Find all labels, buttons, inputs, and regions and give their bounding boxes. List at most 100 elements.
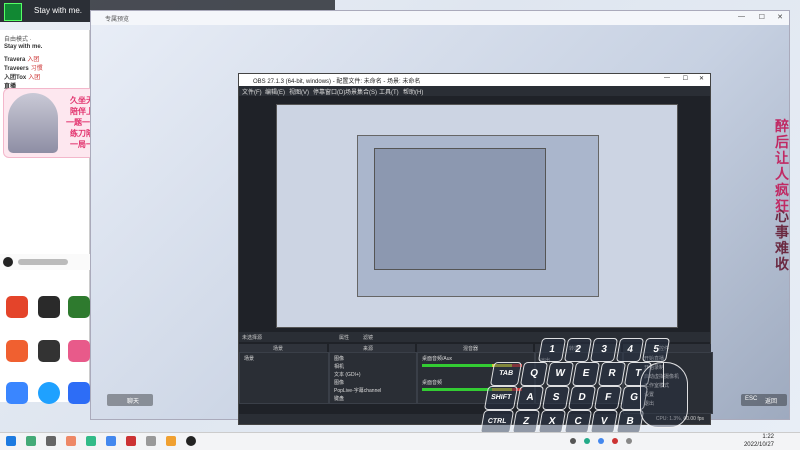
- key-2: 2: [563, 338, 593, 362]
- taskbar-app-icon[interactable]: [26, 436, 36, 446]
- tray-icon[interactable]: [570, 438, 576, 444]
- app-icon[interactable]: [68, 296, 90, 318]
- key-d: D: [567, 386, 597, 410]
- properties-button[interactable]: 属性: [339, 334, 349, 341]
- sources-dock-header: 来源: [329, 344, 415, 352]
- source-item[interactable]: PopLive-字幕channel: [334, 387, 381, 394]
- menu-view[interactable]: 视图(V): [289, 87, 309, 96]
- app-icon[interactable]: [68, 382, 90, 404]
- source-item[interactable]: 文本 (GDI+): [334, 371, 361, 378]
- character-illustration: [8, 93, 58, 153]
- key-5: 5: [641, 338, 671, 362]
- mixer-dock-header: 混音器: [417, 344, 533, 352]
- key-a: A: [515, 386, 545, 410]
- media-controls: [0, 254, 90, 270]
- preview-titlebar: 专属预览 — ☐ ✕: [91, 11, 789, 25]
- menu-scene-collection[interactable]: 场景集合(S): [345, 87, 377, 96]
- tray-icon[interactable]: [626, 438, 632, 444]
- key-x: X: [537, 410, 567, 434]
- chat-button[interactable]: 聊天: [107, 394, 153, 406]
- volume-slider[interactable]: [18, 259, 68, 265]
- preview-title: 专属预览: [105, 17, 130, 23]
- filters-button[interactable]: 滤镜: [363, 334, 373, 341]
- key-3: 3: [589, 338, 619, 362]
- taskbar-app-icon[interactable]: [66, 436, 76, 446]
- close-button[interactable]: ✕: [699, 75, 704, 82]
- app-icon[interactable]: [38, 296, 60, 318]
- tray-icon[interactable]: [612, 438, 618, 444]
- source-item[interactable]: 键盘: [334, 395, 344, 402]
- minimize-button[interactable]: —: [664, 75, 670, 81]
- app-icon[interactable]: [38, 382, 60, 404]
- key-c: C: [563, 410, 593, 434]
- stream-title: Stay with me.: [34, 6, 83, 15]
- record-icon[interactable]: [3, 257, 13, 267]
- taskbar: [0, 432, 800, 450]
- taskbar-app-icon[interactable]: [46, 436, 56, 446]
- tray-icon[interactable]: [584, 438, 590, 444]
- mixer-channel: 桌面音频: [422, 380, 443, 386]
- obs-preview-canvas[interactable]: [276, 104, 678, 328]
- chat-message: 入团Tox 入团: [4, 75, 41, 81]
- esc-button[interactable]: ESC 返回: [741, 394, 787, 406]
- key-shift: SHIFT: [483, 386, 519, 410]
- menu-tools[interactable]: 工具(T): [379, 87, 399, 96]
- clock-date: 2022/10/27: [743, 442, 774, 448]
- scene-item[interactable]: 场景: [244, 355, 254, 362]
- vertical-lyric-1: 醉后让人疯狂: [775, 118, 789, 214]
- menu-edit[interactable]: 编辑(E): [265, 87, 285, 96]
- key-e: E: [571, 362, 601, 386]
- stream-header: Stay with me.: [0, 0, 90, 22]
- obs-titlebar: OBS 27.1.3 (64-bit, windows) - 配置文件: 未命名…: [239, 74, 710, 86]
- app-icon[interactable]: [6, 340, 28, 362]
- key-z: Z: [511, 410, 541, 434]
- app-icon[interactable]: [6, 296, 28, 318]
- source-item[interactable]: 图像: [334, 355, 344, 362]
- scenes-dock-header: 场景: [239, 344, 327, 352]
- obs-menubar: 文件(F) 编辑(E) 视图(V) 停靠窗口(D) 场景集合(S) 工具(T) …: [239, 86, 710, 96]
- chat-mode-label: 自由模式 ·: [4, 37, 32, 43]
- tray-icon[interactable]: [598, 438, 604, 444]
- nested-preview-inner: [374, 148, 546, 270]
- taskbar-app-icon[interactable]: [126, 436, 136, 446]
- clock-time: 1:22: [762, 434, 774, 440]
- key-ctrl: CTRL: [479, 410, 515, 434]
- start-icon[interactable]: [6, 436, 16, 446]
- scenes-dock: 场景: [239, 352, 329, 404]
- mouse-overlay: [640, 362, 688, 428]
- menu-docks[interactable]: 停靠窗口(D): [313, 87, 345, 96]
- maximize-button[interactable]: ☐: [759, 13, 765, 21]
- source-item[interactable]: 图像: [334, 379, 344, 386]
- taskbar-app-icon[interactable]: [146, 436, 156, 446]
- key-f: F: [593, 386, 623, 410]
- streamer-avatar: [4, 3, 22, 21]
- key-s: S: [541, 386, 571, 410]
- app-icon[interactable]: [6, 382, 28, 404]
- chat-message: Traveers 习惯: [4, 66, 43, 72]
- source-item[interactable]: 相机: [334, 363, 344, 370]
- key-r: R: [597, 362, 627, 386]
- chat-message: Travera 入团: [4, 57, 40, 63]
- key-tab: TAB: [489, 362, 523, 386]
- key-v: V: [589, 410, 619, 434]
- maximize-button[interactable]: ☐: [683, 75, 688, 82]
- taskbar-clock[interactable]: 1:22 2022/10/27: [744, 433, 774, 449]
- menu-file[interactable]: 文件(F): [242, 87, 262, 96]
- mouse-divider: [663, 363, 664, 387]
- key-1: 1: [537, 338, 567, 362]
- taskbar-app-icon[interactable]: [106, 436, 116, 446]
- key-4: 4: [615, 338, 645, 362]
- close-button[interactable]: ✕: [777, 13, 783, 21]
- chat-list-title: Stay with me.: [4, 44, 43, 50]
- obs-taskbar-icon[interactable]: [186, 436, 196, 446]
- sources-dock: 图像 相机 文本 (GDI+) 图像 PopLive-字幕channel 键盘: [329, 352, 417, 404]
- minimize-button[interactable]: —: [738, 13, 745, 20]
- vertical-lyric-2: 心事难收: [775, 208, 789, 272]
- key-w: W: [545, 362, 575, 386]
- app-icon[interactable]: [38, 340, 60, 362]
- menu-help[interactable]: 帮助(H): [403, 87, 423, 96]
- taskbar-app-icon[interactable]: [166, 436, 176, 446]
- taskbar-app-icon[interactable]: [86, 436, 96, 446]
- app-icon[interactable]: [68, 340, 90, 362]
- mixer-channel: 桌面音频/Aux: [422, 356, 453, 362]
